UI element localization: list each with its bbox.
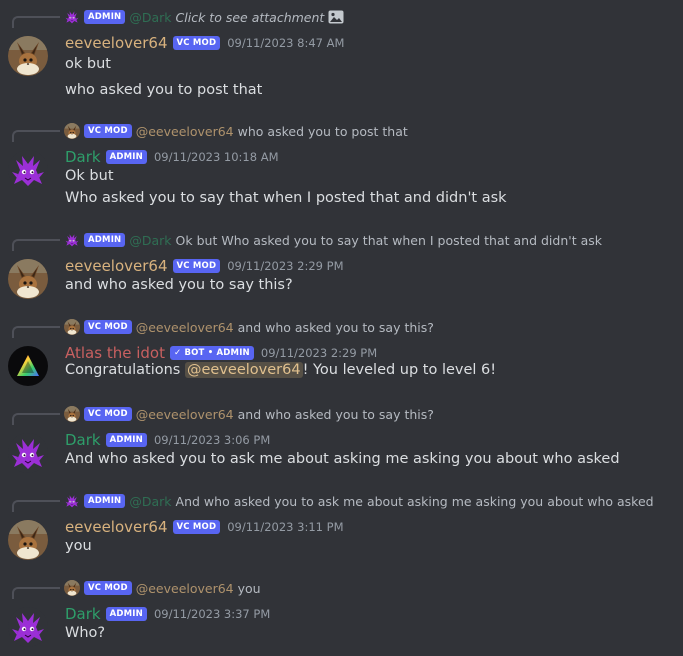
vc-mod-badge: VC MOD <box>84 581 132 595</box>
reply-spine <box>12 587 60 599</box>
reply-author-mention[interactable]: @eeveelover64 <box>136 124 234 139</box>
author-name[interactable]: Dark <box>65 431 101 449</box>
author-name[interactable]: Dark <box>65 605 101 623</box>
reply-author-mention[interactable]: @eeveelover64 <box>136 320 234 335</box>
vc-mod-badge: VC MOD <box>172 520 221 534</box>
reply-spine <box>12 130 60 142</box>
message-line: and who asked you to say this? <box>65 277 293 293</box>
avatar-eeveelover64[interactable] <box>8 36 48 76</box>
bot-admin-badge: ✓ BOT • ADMIN <box>169 346 254 360</box>
reply-preview[interactable]: VC MOD @eeveelover64 who asked you to po… <box>64 120 408 142</box>
reply-spine <box>12 326 60 338</box>
admin-badge: ADMIN <box>105 433 147 447</box>
message-header: Dark ADMIN 09/11/2023 10:18 AM <box>65 148 279 166</box>
message-line: Congratulations @eeveelover64! You level… <box>65 362 496 378</box>
reply-preview[interactable]: VC MOD @eeveelover64 and who asked you t… <box>64 403 434 425</box>
eevee-mini-avatar <box>64 406 80 422</box>
reply-preview[interactable]: ADMIN @Dark Ok but Who asked you to say … <box>64 229 602 251</box>
timestamp: 09/11/2023 8:47 AM <box>227 36 345 50</box>
reply-text[interactable]: Ok but Who asked you to say that when I … <box>176 233 602 248</box>
dark-mini-avatar <box>64 493 80 509</box>
reply-text[interactable]: and who asked you to say this? <box>238 407 434 422</box>
author-name[interactable]: eeveelover64 <box>65 34 168 52</box>
timestamp: 09/11/2023 10:18 AM <box>153 150 279 164</box>
avatar-eeveelover64[interactable] <box>8 520 48 560</box>
admin-badge: ADMIN <box>105 150 147 164</box>
author-name[interactable]: eeveelover64 <box>65 518 168 536</box>
avatar-dark[interactable] <box>8 433 48 473</box>
timestamp: 09/11/2023 3:11 PM <box>227 520 344 534</box>
author-name[interactable]: Atlas the idot <box>65 344 165 362</box>
reply-author-mention[interactable]: @Dark <box>129 494 171 509</box>
message-line: Who? <box>65 625 106 641</box>
avatar-atlas[interactable] <box>8 346 48 386</box>
reply-author-mention[interactable]: @Dark <box>129 10 171 25</box>
vc-mod-badge: VC MOD <box>84 407 132 421</box>
reply-spine <box>12 500 60 512</box>
admin-badge: ADMIN <box>84 233 126 247</box>
reply-spine <box>12 413 60 425</box>
message-header: eeveelover64 VC MOD 09/11/2023 2:29 PM <box>65 257 344 275</box>
message-line: Ok but <box>65 168 114 184</box>
avatar-dark[interactable] <box>8 607 48 647</box>
reply-text[interactable]: And who asked you to ask me about asking… <box>176 494 654 509</box>
reply-text[interactable]: who asked you to post that <box>238 124 408 139</box>
admin-badge: ADMIN <box>84 10 126 24</box>
message-header: Dark ADMIN 09/11/2023 3:37 PM <box>65 605 270 623</box>
reply-author-mention[interactable]: @Dark <box>129 233 171 248</box>
image-icon <box>328 10 344 24</box>
reply-text[interactable]: Click to see attachment <box>176 10 325 25</box>
reply-preview[interactable]: VC MOD @eeveelover64 you <box>64 577 261 599</box>
message-line: ok but <box>65 56 111 72</box>
chat-log: ADMIN @Dark Click to see attachment eeve… <box>0 0 683 656</box>
message-text: ! You leveled up to level 6! <box>302 362 497 378</box>
message-line: you <box>65 538 92 554</box>
timestamp: 09/11/2023 3:37 PM <box>153 607 271 621</box>
admin-badge: ADMIN <box>84 494 126 508</box>
avatar-dark[interactable] <box>8 150 48 190</box>
message-header: eeveelover64 VC MOD 09/11/2023 8:47 AM <box>65 34 344 52</box>
eevee-mini-avatar <box>64 123 80 139</box>
message-header: Dark ADMIN 09/11/2023 3:06 PM <box>65 431 270 449</box>
reply-preview[interactable]: ADMIN @Dark And who asked you to ask me … <box>64 490 654 512</box>
message-text: Congratulations <box>65 362 185 378</box>
avatar-eeveelover64[interactable] <box>8 259 48 299</box>
message-header: eeveelover64 VC MOD 09/11/2023 3:11 PM <box>65 518 344 536</box>
user-mention[interactable]: @eeveelover64 <box>184 362 303 378</box>
reply-text[interactable]: you <box>238 581 261 596</box>
message-line: Who asked you to say that when I posted … <box>65 190 507 206</box>
dark-mini-avatar <box>64 232 80 248</box>
admin-badge: ADMIN <box>105 607 147 621</box>
reply-text[interactable]: and who asked you to say this? <box>238 320 434 335</box>
eevee-mini-avatar <box>64 580 80 596</box>
timestamp: 09/11/2023 3:06 PM <box>153 433 271 447</box>
vc-mod-badge: VC MOD <box>84 320 132 334</box>
author-name[interactable]: eeveelover64 <box>65 257 168 275</box>
reply-spine <box>12 16 60 28</box>
message-line: who asked you to post that <box>65 82 263 98</box>
dark-mini-avatar <box>64 9 80 25</box>
timestamp: 09/11/2023 2:29 PM <box>260 346 378 360</box>
message-header: Atlas the idot ✓ BOT • ADMIN 09/11/2023 … <box>65 344 377 362</box>
reply-preview[interactable]: VC MOD @eeveelover64 and who asked you t… <box>64 316 434 338</box>
vc-mod-badge: VC MOD <box>172 36 221 50</box>
reply-spine <box>12 239 60 251</box>
author-name[interactable]: Dark <box>65 148 101 166</box>
timestamp: 09/11/2023 2:29 PM <box>227 259 344 273</box>
message-line: And who asked you to ask me about asking… <box>65 451 620 467</box>
vc-mod-badge: VC MOD <box>84 124 132 138</box>
eevee-mini-avatar <box>64 319 80 335</box>
reply-preview[interactable]: ADMIN @Dark Click to see attachment <box>64 6 344 28</box>
reply-author-mention[interactable]: @eeveelover64 <box>136 581 234 596</box>
vc-mod-badge: VC MOD <box>172 259 221 273</box>
reply-author-mention[interactable]: @eeveelover64 <box>136 407 234 422</box>
